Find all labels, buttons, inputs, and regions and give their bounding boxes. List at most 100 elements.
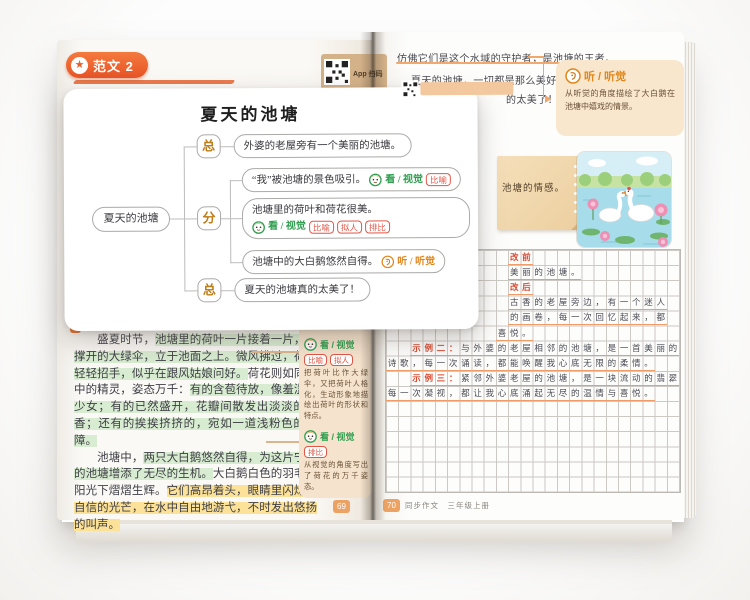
connector — [230, 180, 232, 263]
mindmap-title: 夏天的池塘 — [83, 99, 417, 126]
page-stack-right — [683, 42, 696, 518]
device-tag: 拟人 — [337, 220, 362, 233]
grid-cell: 古 — [508, 295, 520, 310]
grid-cell: ， — [594, 295, 606, 310]
grid-cell: 心 — [557, 356, 569, 371]
grid-cell: 诵 — [459, 356, 471, 371]
grid-cell: ， — [484, 356, 496, 371]
grid-cell: 塘 — [581, 341, 593, 356]
grid-cell: 温 — [581, 386, 593, 401]
grid-cell: 的 — [533, 371, 545, 386]
grid-cell: 一 — [618, 295, 630, 310]
grid-cell: 邻 — [545, 341, 557, 356]
grid-cell: 与 — [459, 341, 471, 356]
grid-cell: 一 — [618, 341, 630, 356]
sense-label: 看 / 视觉 — [320, 338, 355, 351]
grid-cell: 歌 — [398, 356, 410, 371]
connector — [230, 218, 242, 219]
grid-cell: 例 — [423, 371, 435, 386]
branch-node-fen: 分 — [197, 206, 221, 230]
connector — [221, 146, 234, 147]
annotation-header: 看 / 视觉 — [304, 430, 368, 443]
mindmap-pill-5: 夏天的池塘真的太美了！ — [234, 277, 370, 302]
grid-cell: 的 — [508, 310, 520, 325]
grid-cell: 首 — [630, 341, 642, 356]
grid-cell: 三 — [435, 371, 447, 386]
device-tags: 排比 — [304, 446, 368, 458]
face-eye-icon — [304, 430, 317, 443]
mindmap-card: 夏天的池塘 夏天的池塘 总 分 总 外婆的老屋旁有一个美丽的池塘。 “我”被池塘… — [63, 87, 478, 331]
sense-label: 看 / 视觉 — [385, 169, 423, 190]
star-icon: ★ — [71, 57, 88, 74]
grid-cell: 。 — [642, 386, 654, 401]
grid-cell: 卷 — [533, 310, 545, 325]
device-tags: 比喻拟人排比 — [309, 220, 390, 233]
grid-cell: 都 — [496, 356, 508, 371]
device-tag: 比喻 — [426, 173, 451, 186]
annotation-sight-1: 看 / 视觉 比喻拟人 把荷叶比作大绿伞，又把荷叶人格化，生动形象地描绘出荷叶的… — [304, 338, 368, 422]
grid-cell: 二 — [435, 341, 447, 356]
grid-cell: 。 — [642, 356, 654, 371]
annotation-body: 从视觉的角度写出了荷花的万千姿态。 — [304, 460, 368, 492]
grid-cell: 屋 — [520, 341, 532, 356]
grid-cell: 例 — [423, 341, 435, 356]
annotation-header: 看 / 视觉 — [304, 338, 368, 351]
device-tag: 排比 — [365, 220, 390, 233]
sticky-note: 池塘的情感。 — [497, 156, 583, 230]
grid-cell: 婆 — [484, 341, 496, 356]
sense-label: 看 / 视觉 — [268, 219, 306, 235]
grid-cell: 都 — [459, 386, 471, 401]
grid-cell: 喜 — [618, 386, 630, 401]
grid-cell: 让 — [471, 386, 483, 401]
grid-cell: 池 — [545, 265, 557, 280]
grid-cell: 邻 — [471, 371, 483, 386]
grid-cell: 的 — [533, 295, 545, 310]
swan-pond-illustration — [577, 152, 671, 247]
grid-cell: 人 — [655, 295, 667, 310]
connector — [221, 218, 230, 219]
grid-cell: 无 — [545, 386, 557, 401]
grid-cell: 塘 — [557, 371, 569, 386]
grid-cell: 悦 — [508, 326, 520, 341]
grid-cell: ， — [667, 371, 679, 386]
connector — [221, 290, 234, 291]
grid-cell: 柔 — [618, 356, 630, 371]
grid-cell: 美 — [508, 265, 520, 280]
grid-cell: 旁 — [569, 295, 581, 310]
connector — [184, 290, 197, 291]
grid-cell: 美 — [642, 341, 654, 356]
grid-cell: 池 — [545, 371, 557, 386]
listen-connector-arrow — [545, 95, 555, 103]
grid-cell: 相 — [533, 341, 545, 356]
ear-icon — [381, 255, 394, 268]
face-eye-icon — [304, 338, 317, 351]
grid-cell: 一 — [435, 356, 447, 371]
annotation-connector-line — [266, 441, 299, 443]
grid-cell: 后 — [520, 280, 532, 295]
mindmap-pill-2: “我”被池塘的景色吸引。 看 / 视觉 比喻 — [242, 167, 461, 192]
sticky-note-text: 池塘的情感。 — [502, 180, 565, 194]
grid-cell: ， — [642, 310, 654, 325]
grid-cell: 次 — [447, 356, 459, 371]
grid-cell: 限 — [594, 356, 606, 371]
ear-icon — [565, 68, 581, 84]
essay-paragraph-1: 盛夏时节，池塘里的荷叶一片接着一片，像撑开的大绿伞，立于池面之上。微风拂过，荷叶… — [74, 332, 317, 450]
mindmap-pill-1: 外婆的老屋旁有一个美丽的池塘。 — [234, 133, 412, 158]
pill-text: 外婆的老屋旁有一个美丽的池塘。 — [244, 135, 402, 157]
grid-cell: 底 — [569, 356, 581, 371]
grid-cell: 一 — [594, 371, 606, 386]
grid-cell: 唤 — [520, 356, 532, 371]
grid-cell: 香 — [520, 295, 532, 310]
pill-text: 池塘里的荷叶和荷花很美。 — [252, 201, 460, 219]
device-tags: 比喻 — [426, 173, 451, 186]
grid-cell: 起 — [618, 310, 630, 325]
grid-cell: 醒 — [533, 356, 545, 371]
grid-cell: 翡 — [655, 371, 667, 386]
grid-cell: 我 — [484, 386, 496, 401]
device-tag: 比喻 — [304, 354, 327, 366]
grid-cell: 回 — [594, 310, 606, 325]
grid-cell: 无 — [581, 356, 593, 371]
grid-cell: 心 — [496, 386, 508, 401]
book-title-footer: 同步作文 三年级上册 — [405, 500, 490, 511]
annotation-body: 从听觉的角度描绘了大白鹅在池塘中嬉戏的情景。 — [565, 88, 675, 113]
